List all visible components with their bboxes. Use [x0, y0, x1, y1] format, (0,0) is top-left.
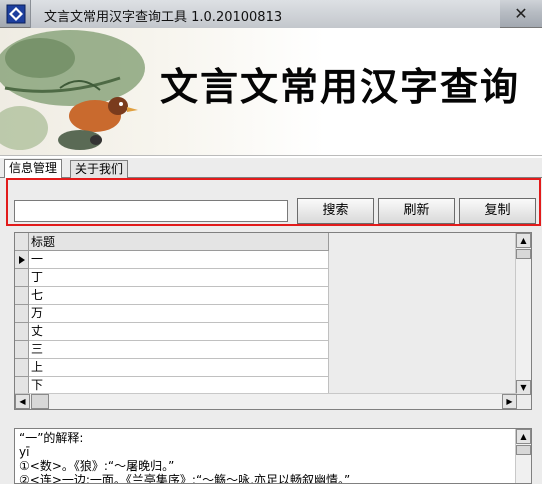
grid-rows: 一 丁 七 万 丈 三 上 下	[15, 251, 329, 395]
definition-line: yī	[19, 445, 30, 459]
copy-button[interactable]: 复制	[459, 198, 536, 224]
definition-text: “一”的解释: yī ①<数>。《狼》:“～屠晚归。” ②<连>一边;一面。《兰亭集序…	[19, 431, 513, 484]
grid-vertical-scrollbar[interactable]: ▲ ▼	[515, 233, 531, 395]
row-indicator-header	[15, 233, 29, 251]
banner-title: 文言文常用汉字查询	[160, 64, 521, 109]
scroll-thumb[interactable]	[31, 394, 49, 409]
table-cell[interactable]: 万	[29, 305, 329, 323]
grid-horizontal-scrollbar[interactable]: ◀ ▶	[15, 393, 517, 409]
scroll-down-arrow-icon[interactable]: ▼	[516, 380, 531, 395]
row-indicator	[15, 305, 29, 323]
tab-info-management[interactable]: 信息管理	[4, 159, 63, 179]
search-button[interactable]: 搜索	[297, 198, 374, 224]
mandarin-duck-lotus-painting	[0, 30, 145, 150]
table-row[interactable]: 三	[15, 341, 329, 359]
table-cell[interactable]: 七	[29, 287, 329, 305]
table-cell[interactable]: 上	[29, 359, 329, 377]
window-title: 文言文常用汉字查询工具 1.0.20100813	[44, 10, 283, 25]
scroll-thumb[interactable]	[516, 249, 531, 259]
textarea-vertical-scrollbar[interactable]: ▲	[515, 429, 531, 483]
table-cell[interactable]: 一	[29, 251, 329, 269]
definition-line: ①<数>。《狼》:“～屠晚归。”	[19, 459, 175, 473]
close-button[interactable]: ✕	[510, 4, 532, 24]
tab-bar: 信息管理 关于我们	[0, 158, 542, 179]
table-row[interactable]: 丈	[15, 323, 329, 341]
row-indicator	[15, 359, 29, 377]
table-row[interactable]: 丁	[15, 269, 329, 287]
column-header-title[interactable]: 标题	[29, 233, 329, 251]
banner: 文言文常用汉字查询	[0, 28, 542, 156]
table-cell[interactable]: 丈	[29, 323, 329, 341]
row-indicator	[15, 269, 29, 287]
scroll-thumb[interactable]	[516, 445, 531, 455]
table-cell[interactable]: 丁	[29, 269, 329, 287]
table-row[interactable]: 一	[15, 251, 329, 269]
app-icon[interactable]	[6, 4, 26, 24]
scroll-right-arrow-icon[interactable]: ▶	[502, 394, 517, 409]
row-indicator	[15, 287, 29, 305]
tab-content: 搜索 刷新 复制 标题 一 丁 七 万 丈 三 上 下 ▲ ▼ ◀ ▶ “一”的…	[0, 178, 542, 484]
definition-line: ②<连>一边;一面。《兰亭集序》:“～觞～咏,亦足以畅叙幽情。”	[19, 473, 351, 484]
scroll-up-arrow-icon[interactable]: ▲	[516, 429, 531, 444]
definition-line: “一”的解释:	[19, 431, 84, 445]
table-row[interactable]: 七	[15, 287, 329, 305]
row-indicator	[15, 341, 29, 359]
scroll-left-arrow-icon[interactable]: ◀	[15, 394, 30, 409]
refresh-button[interactable]: 刷新	[378, 198, 455, 224]
current-row-icon	[15, 251, 29, 269]
table-row[interactable]: 万	[15, 305, 329, 323]
row-indicator	[15, 323, 29, 341]
grid-header: 标题	[15, 233, 329, 251]
definition-textarea[interactable]: “一”的解释: yī ①<数>。《狼》:“～屠晚归。” ②<连>一边;一面。《兰亭集序…	[14, 428, 532, 484]
table-row[interactable]: 上	[15, 359, 329, 377]
tab-about-us[interactable]: 关于我们	[70, 160, 129, 178]
scroll-up-arrow-icon[interactable]: ▲	[516, 233, 531, 248]
title-grid[interactable]: 标题 一 丁 七 万 丈 三 上 下 ▲ ▼ ◀ ▶	[14, 232, 532, 410]
table-cell[interactable]: 三	[29, 341, 329, 359]
search-input[interactable]	[14, 200, 288, 222]
title-bar: 文言文常用汉字查询工具 1.0.20100813 ✕	[0, 0, 542, 28]
